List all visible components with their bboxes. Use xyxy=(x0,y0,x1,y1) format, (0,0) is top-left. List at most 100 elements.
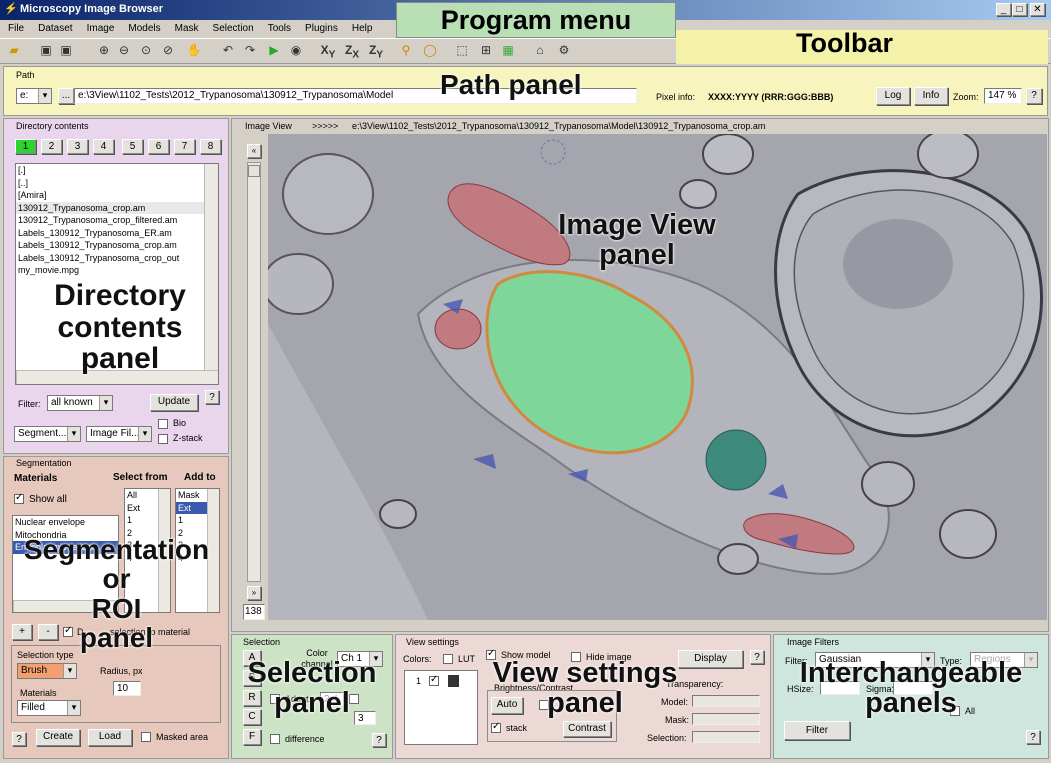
zoom-label: Zoom: xyxy=(953,92,979,102)
show-all-checkbox[interactable] xyxy=(14,492,24,504)
menu-dataset[interactable]: Dataset xyxy=(38,23,72,34)
path-help-button[interactable]: ? xyxy=(1026,88,1042,104)
slice-slider-thumb[interactable] xyxy=(248,165,260,177)
menu-plugins[interactable]: Plugins xyxy=(305,23,338,34)
materials-label: Materials xyxy=(14,473,58,484)
menu-image[interactable]: Image xyxy=(87,23,115,34)
open-folder-icon[interactable]: ▰ xyxy=(6,42,22,58)
settings-icon[interactable]: ⚙ xyxy=(556,42,572,58)
difference-checkbox[interactable] xyxy=(270,734,280,744)
material-item[interactable]: Nuclear envelope xyxy=(13,516,118,529)
slice-slider[interactable] xyxy=(247,162,261,582)
dir-tab-6[interactable]: 6 xyxy=(148,139,169,154)
view-settings-help-button[interactable]: ? xyxy=(750,650,764,664)
slice-number-field[interactable]: 138 xyxy=(243,604,265,620)
materials-type-dropdown[interactable]: Filled xyxy=(17,700,81,716)
save-as-icon[interactable]: ▣ xyxy=(58,42,74,58)
xy-plane-icon[interactable]: XY xyxy=(320,42,336,60)
info-button[interactable]: Info xyxy=(914,87,948,105)
file-item[interactable]: Labels_130912_Trypanosoma_ER.am xyxy=(16,227,218,240)
zoom-fit-icon[interactable]: ⊙ xyxy=(138,42,154,58)
slice-last-button[interactable]: » xyxy=(247,586,261,600)
segmentation-help-button[interactable]: ? xyxy=(12,732,26,746)
pin-icon[interactable]: ⚲ xyxy=(398,42,414,58)
zoom-100-icon[interactable]: ⊘ xyxy=(160,42,176,58)
dir-tab-8[interactable]: 8 xyxy=(200,139,221,154)
selection-f-button[interactable]: F xyxy=(243,729,261,745)
play-icon[interactable]: ▶ xyxy=(266,42,282,58)
segment-dropdown[interactable]: Segment... xyxy=(14,426,81,442)
zoom-out-icon[interactable]: ⊖ xyxy=(116,42,132,58)
selection-type-dropdown[interactable]: Brush xyxy=(17,663,77,679)
bio-checkbox[interactable] xyxy=(158,419,168,429)
undo-icon[interactable]: ↶ xyxy=(220,42,236,58)
file-item[interactable]: Labels_130912_Trypanosoma_crop_out xyxy=(16,252,218,265)
slice-first-button[interactable]: « xyxy=(247,144,261,158)
toolbar-label: Toolbar xyxy=(796,28,893,58)
dir-tab-2[interactable]: 2 xyxy=(41,139,62,154)
image-view-panel-label: Image View panel xyxy=(558,209,716,272)
drive-dropdown[interactable]: e: xyxy=(16,88,52,104)
resample-icon[interactable]: ⊞ xyxy=(478,42,494,58)
minimize-button[interactable]: _ xyxy=(996,3,1011,16)
save-icon[interactable]: ▣ xyxy=(38,42,54,58)
masked-area-checkbox[interactable] xyxy=(141,732,151,742)
crop-icon[interactable]: ⬚ xyxy=(454,42,470,58)
pan-hand-icon[interactable]: ✋ xyxy=(186,42,202,58)
file-item[interactable]: 130912_Trypanosoma_crop.am xyxy=(16,201,218,214)
zy-plane-icon[interactable]: ZY xyxy=(368,42,384,60)
filter-dropdown[interactable]: all known xyxy=(47,395,113,411)
zoom-in-icon[interactable]: ⊕ xyxy=(96,42,112,58)
menu-mask[interactable]: Mask xyxy=(175,23,199,34)
file-item[interactable]: Labels_130912_Trypanosoma_crop.am xyxy=(16,239,218,252)
channel-color-swatch[interactable] xyxy=(448,675,459,687)
snapshot-icon[interactable]: ◉ xyxy=(288,42,304,58)
dir-tab-3[interactable]: 3 xyxy=(67,139,88,154)
file-item[interactable]: [.] xyxy=(16,164,218,177)
redo-icon[interactable]: ↷ xyxy=(242,42,258,58)
filters-help-button[interactable]: ? xyxy=(1026,730,1040,744)
dir-tab-1[interactable]: 1 xyxy=(15,139,36,154)
menu-help[interactable]: Help xyxy=(352,23,373,34)
radius-field[interactable]: 10 xyxy=(113,681,141,696)
log-button[interactable]: Log xyxy=(876,87,910,105)
file-item[interactable]: 130912_Trypanosoma_crop_filtered.am xyxy=(16,214,218,227)
zoom-field[interactable]: 147 % xyxy=(984,88,1022,104)
menu-tools[interactable]: Tools xyxy=(268,23,291,34)
lasso-icon[interactable]: ◯ xyxy=(422,42,438,58)
update-button[interactable]: Update xyxy=(150,394,198,411)
image-view-arrows[interactable]: >>>>> xyxy=(312,121,338,131)
menu-file[interactable]: File xyxy=(8,23,24,34)
menu-models[interactable]: Models xyxy=(128,23,160,34)
directory-panel-label: Directory contents panel xyxy=(54,279,186,375)
close-button[interactable]: ✕ xyxy=(1030,3,1045,16)
model-transparency-slider[interactable] xyxy=(692,695,760,707)
directory-help-button[interactable]: ? xyxy=(205,390,219,404)
dir-tab-7[interactable]: 7 xyxy=(174,139,195,154)
image-canvas[interactable] xyxy=(268,134,1047,620)
selection-help-button[interactable]: ? xyxy=(372,733,386,747)
channel-visible-checkbox[interactable] xyxy=(429,674,439,687)
selection-transparency-slider[interactable] xyxy=(692,731,760,743)
browse-button[interactable]: ... xyxy=(58,88,74,104)
mask-transparency-slider[interactable] xyxy=(692,713,760,725)
menu-selection[interactable]: Selection xyxy=(213,23,254,34)
dir-tab-5[interactable]: 5 xyxy=(122,139,143,154)
file-item[interactable]: [Amira] xyxy=(16,189,218,202)
lut-checkbox[interactable] xyxy=(443,654,453,664)
stack-checkbox[interactable] xyxy=(491,721,501,733)
file-item[interactable]: [..] xyxy=(16,177,218,190)
zstack-checkbox[interactable] xyxy=(158,434,168,444)
create-button[interactable]: Create xyxy=(36,729,80,746)
mask-icon[interactable]: ▦ xyxy=(500,42,516,58)
bridge-icon[interactable]: ⌂ xyxy=(532,42,548,58)
file-item[interactable]: my_movie.mpg xyxy=(16,264,218,277)
dir-tab-4[interactable]: 4 xyxy=(93,139,114,154)
image-filter-dropdown[interactable]: Image Fil... xyxy=(86,426,152,442)
channel-table[interactable]: 1 xyxy=(404,670,478,745)
contrast-button[interactable]: Contrast xyxy=(563,721,611,737)
maximize-button[interactable]: □ xyxy=(1012,3,1027,16)
zx-plane-icon[interactable]: ZX xyxy=(344,42,360,60)
load-button[interactable]: Load xyxy=(88,729,132,746)
filter-button[interactable]: Filter xyxy=(784,721,850,740)
